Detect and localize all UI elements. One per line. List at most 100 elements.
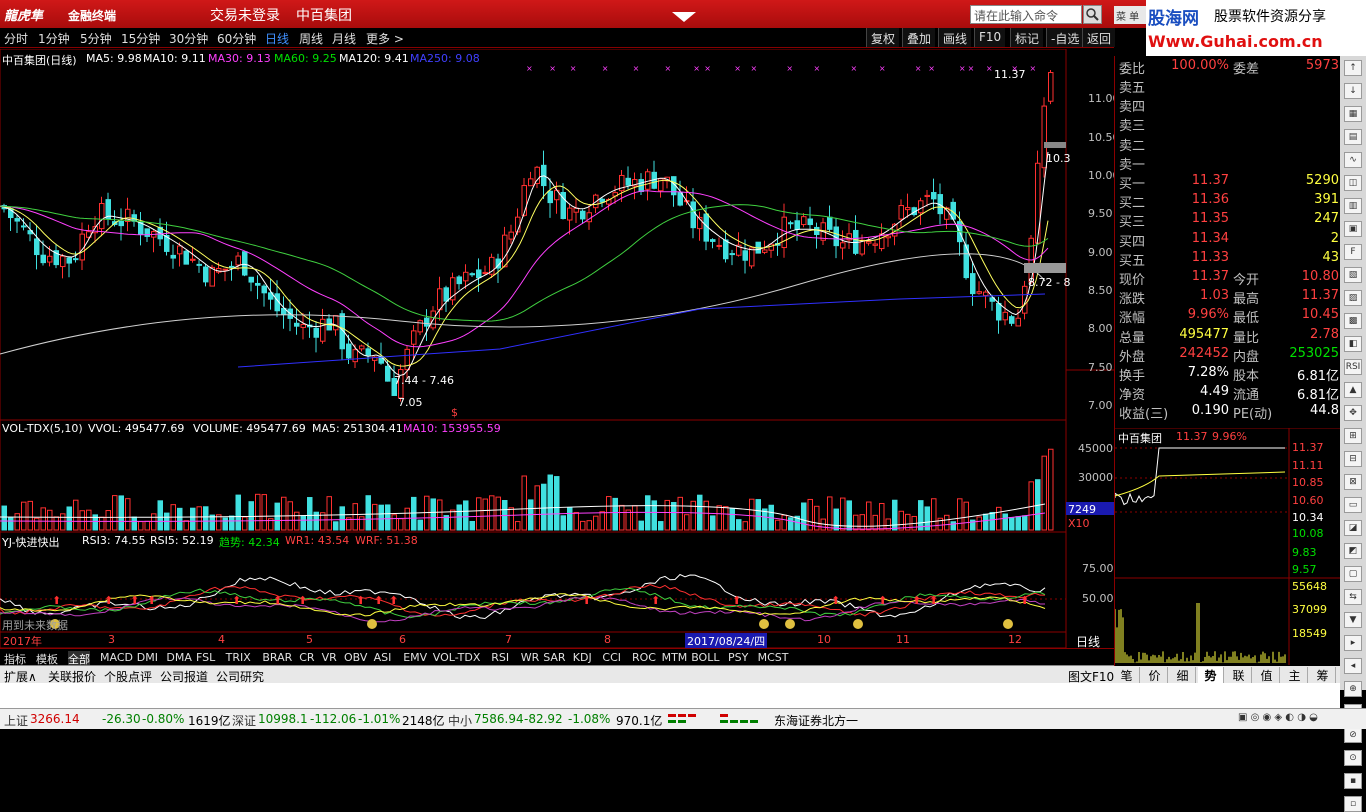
volume-bar — [638, 520, 644, 531]
volume-bar — [307, 497, 313, 531]
sidebar-tool-icon[interactable]: ⊟ — [1344, 451, 1362, 467]
volume-bar — [34, 517, 40, 531]
sidebar-tool-icon[interactable]: ▨ — [1344, 290, 1362, 306]
indicator-tab[interactable]: KDJ — [573, 651, 592, 664]
sidebar-tool-icon[interactable]: ↓ — [1344, 83, 1362, 99]
period-tab[interactable]: 15分钟 — [121, 30, 160, 47]
vol-ma5-readout: MA5: 251304.41 — [312, 422, 403, 435]
indicator-tab[interactable]: CR — [299, 651, 314, 664]
sidebar-tool-icon[interactable]: ↑ — [1344, 60, 1362, 76]
period-tab[interactable]: 30分钟 — [169, 30, 208, 47]
signal-mark: × — [665, 64, 672, 73]
indicator-tab[interactable]: EMV — [403, 651, 427, 664]
indicator-tab[interactable]: DMA — [166, 651, 192, 664]
draw-line-button[interactable]: 画线 — [938, 28, 972, 47]
command-input[interactable]: 请在此输入命令 — [970, 5, 1082, 24]
sidebar-tool-icon[interactable]: ◩ — [1344, 543, 1362, 559]
indicator-tab[interactable]: SAR — [543, 651, 565, 664]
menu-button[interactable]: 菜 单 — [1114, 6, 1150, 24]
period-tab-active[interactable]: 日线 — [265, 30, 289, 47]
sidebar-tool-icon[interactable]: ⊙ — [1344, 750, 1362, 766]
sidebar-tool-icon[interactable]: ⇆ — [1344, 589, 1362, 605]
sidebar-tool-icon[interactable]: ▧ — [1344, 267, 1362, 283]
tab-trades[interactable]: 笔 — [1114, 667, 1140, 684]
indicator-tab[interactable]: OBV — [344, 651, 367, 664]
indicator-tab[interactable]: MTM — [662, 651, 688, 664]
sidebar-tool-icon[interactable]: ▫ — [1344, 796, 1362, 812]
sidebar-tool-icon[interactable]: ▣ — [1344, 221, 1362, 237]
indicator-tab[interactable]: ASI — [374, 651, 392, 664]
sidebar-tool-icon[interactable]: ▭ — [1344, 497, 1362, 513]
indicator-tab[interactable]: DMI — [137, 651, 158, 664]
overlay-button[interactable]: 叠加 — [902, 28, 936, 47]
sidebar-tool-icon[interactable]: ✥ — [1344, 405, 1362, 421]
sidebar-tool-icon[interactable]: ▼ — [1344, 612, 1362, 628]
zx-index-label[interactable]: 中小 — [448, 712, 472, 729]
collapse-chevron-icon[interactable] — [670, 10, 698, 24]
indicator-tab[interactable]: MCST — [758, 651, 789, 664]
period-more[interactable]: 更多 > — [366, 30, 404, 47]
sidebar-tool-icon[interactable]: ◪ — [1344, 520, 1362, 536]
sidebar-tool-icon[interactable]: ▲ — [1344, 382, 1362, 398]
period-tab[interactable]: 月线 — [332, 30, 356, 47]
sidebar-tool-icon[interactable]: ▦ — [1344, 106, 1362, 122]
indicator-tab[interactable]: ROC — [632, 651, 656, 664]
search-icon[interactable] — [1083, 5, 1102, 24]
candle-body — [931, 192, 937, 200]
indicator-tab[interactable]: WR — [521, 651, 540, 664]
indicator-tab[interactable]: FSL — [196, 651, 215, 664]
sidebar-tool-icon[interactable]: ∿ — [1344, 152, 1362, 168]
period-tab[interactable]: 60分钟 — [217, 30, 256, 47]
sidebar-tool-icon[interactable]: ⊠ — [1344, 474, 1362, 490]
sidebar-tool-icon[interactable]: RSI — [1344, 359, 1362, 375]
restore-rights-button[interactable]: 复权 — [866, 28, 900, 47]
sidebar-tool-icon[interactable]: F — [1344, 244, 1362, 260]
kline-chart[interactable]: × × × × × × × × × × × × × × × × × × × × × ⬆ ⬆ ⬆ ⬆ ⬆ ⬆ ⬆ ⬆ ⬆ ⬆ ⬆ ⬆ ⬆ ⬆ ⬆ ⬆ ⬆ ⬆ — [0, 49, 1114, 649]
indicator-tab[interactable]: BOLL — [691, 651, 719, 664]
indicator-tab[interactable]: TRIX — [226, 651, 251, 664]
indicator-tab[interactable]: BRAR — [262, 651, 292, 664]
sh-index-label[interactable]: 上证 — [4, 712, 28, 729]
tab-detail[interactable]: 细 — [1170, 667, 1196, 684]
back-button[interactable]: 返回 — [1082, 28, 1116, 47]
volume-bar — [918, 500, 924, 531]
tab-link[interactable]: 联 — [1226, 667, 1252, 684]
indicator-tab[interactable]: MACD — [100, 651, 133, 664]
tab-value[interactable]: 值 — [1254, 667, 1280, 684]
sidebar-tool-icon[interactable]: ▪ — [1344, 773, 1362, 789]
sidebar-tool-icon[interactable]: ⊞ — [1344, 428, 1362, 444]
period-tab[interactable]: 1分钟 — [38, 30, 70, 47]
y-tick: 8.00 — [1088, 322, 1113, 335]
sidebar-tool-icon[interactable]: ▤ — [1344, 129, 1362, 145]
sidebar-tool-icon[interactable]: ⊕ — [1344, 681, 1362, 697]
period-tab[interactable]: 分时 — [4, 30, 28, 47]
sidebar-tool-icon[interactable]: ⊘ — [1344, 727, 1362, 743]
sidebar-tool-icon[interactable]: ▩ — [1344, 313, 1362, 329]
indicator-tab[interactable]: RSI — [491, 651, 509, 664]
sidebar-tool-icon[interactable]: ◂ — [1344, 658, 1362, 674]
period-tab[interactable]: 周线 — [299, 30, 323, 47]
tab-price[interactable]: 价 — [1142, 667, 1168, 684]
sidebar-tool-icon[interactable]: ▢ — [1344, 566, 1362, 582]
tab-main[interactable]: 主 — [1282, 667, 1308, 684]
indicator-tab[interactable]: CCI — [602, 651, 621, 664]
trade-login-status[interactable]: 交易未登录 — [210, 5, 280, 25]
sidebar-tool-icon[interactable]: ▥ — [1344, 198, 1362, 214]
sz-index-label[interactable]: 深证 — [232, 712, 256, 729]
candle-body — [924, 194, 930, 198]
sh-index-pct: -0.80% — [142, 712, 185, 726]
indicator-tab[interactable]: VOL-TDX — [433, 651, 481, 664]
row-value-2: 6.81亿 — [1297, 388, 1339, 404]
period-tab[interactable]: 5分钟 — [80, 30, 112, 47]
indicator-tab[interactable]: VR — [322, 651, 337, 664]
sidebar-tool-icon[interactable]: ▸ — [1344, 635, 1362, 651]
tab-trend-active[interactable]: 势 — [1198, 667, 1224, 684]
sidebar-tool-icon[interactable]: ◧ — [1344, 336, 1362, 352]
indicator-tab[interactable]: PSY — [728, 651, 748, 664]
watchlist-button[interactable]: -自选 — [1046, 28, 1084, 47]
f10-button[interactable]: F10 — [974, 28, 1006, 47]
order-ratio-row: 委比 100.00% 委差 5973 — [1119, 57, 1341, 77]
tab-chips[interactable]: 筹 — [1310, 667, 1336, 684]
sidebar-tool-icon[interactable]: ◫ — [1344, 175, 1362, 191]
mark-button[interactable]: 标记 — [1010, 28, 1044, 47]
